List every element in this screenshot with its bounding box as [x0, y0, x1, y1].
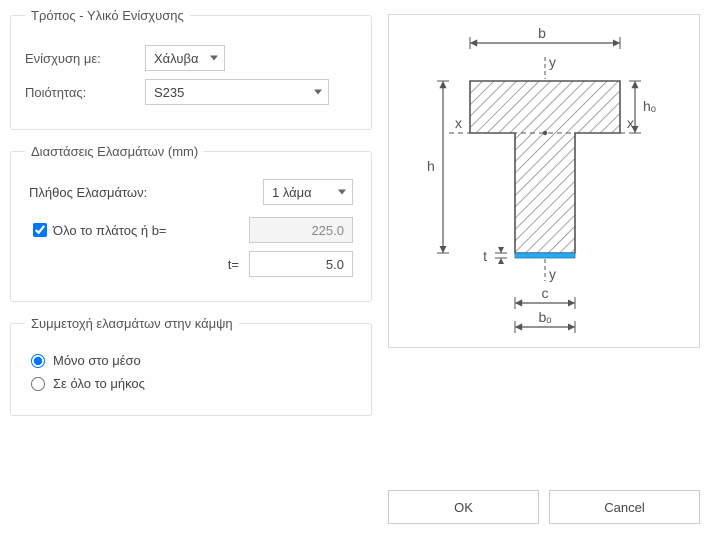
full-width-checkbox[interactable]: [33, 223, 47, 237]
t-label: t=: [228, 257, 239, 272]
full-width-text: Όλο το πλάτος ή b=: [53, 223, 167, 238]
quality-label: Ποιότητας:: [25, 85, 145, 100]
group-plate-dims: Διαστάσεις Ελασμάτων (mm) Πλήθος Ελασμάτ…: [10, 144, 372, 302]
plate-count-value: 1 λάμα: [272, 185, 312, 200]
bending-opt-full-length-label: Σε όλο το μήκος: [53, 376, 145, 391]
svg-text:x: x: [627, 115, 634, 131]
group-bending-legend: Συμμετοχή ελασμάτων στην κάμψη: [25, 316, 239, 331]
svg-text:bₒ: bₒ: [538, 309, 551, 325]
tbeam-svg: b y x x hₒ h t y c: [395, 21, 695, 341]
svg-text:t: t: [483, 248, 487, 264]
cancel-button[interactable]: Cancel: [549, 490, 700, 524]
bending-opt-middle[interactable]: [31, 354, 45, 368]
svg-text:c: c: [542, 285, 549, 301]
svg-text:y: y: [549, 54, 556, 70]
group-reinforcement-legend: Τρόπος - Υλικό Ενίσχυσης: [25, 8, 190, 23]
t-input[interactable]: [249, 251, 353, 277]
bending-opt-full-length[interactable]: [31, 377, 45, 391]
svg-text:hₒ: hₒ: [643, 98, 656, 114]
group-reinforcement: Τρόπος - Υλικό Ενίσχυσης Ενίσχυση με: Χά…: [10, 8, 372, 130]
chevron-down-icon: [314, 90, 322, 95]
chevron-down-icon: [338, 190, 346, 195]
svg-text:x: x: [455, 115, 462, 131]
b-input[interactable]: [249, 217, 353, 243]
svg-text:h: h: [427, 158, 435, 174]
group-bending: Συμμετοχή ελασμάτων στην κάμψη Μόνο στο …: [10, 316, 372, 416]
reinforce-with-label: Ενίσχυση με:: [25, 51, 145, 66]
group-plate-dims-legend: Διαστάσεις Ελασμάτων (mm): [25, 144, 204, 159]
svg-text:b: b: [538, 25, 546, 41]
reinforce-with-value: Χάλυβα: [154, 51, 198, 66]
chevron-down-icon: [210, 56, 218, 61]
quality-value: S235: [154, 85, 184, 100]
ok-button[interactable]: OK: [388, 490, 539, 524]
svg-text:y: y: [549, 266, 556, 282]
quality-combo[interactable]: S235: [145, 79, 329, 105]
plate-count-label: Πλήθος Ελασμάτων:: [29, 185, 147, 200]
plate-count-combo[interactable]: 1 λάμα: [263, 179, 353, 205]
bending-opt-middle-label: Μόνο στο μέσο: [53, 353, 141, 368]
reinforce-with-combo[interactable]: Χάλυβα: [145, 45, 225, 71]
section-diagram: b y x x hₒ h t y c: [388, 14, 700, 348]
full-width-checkbox-label[interactable]: Όλο το πλάτος ή b=: [33, 223, 167, 238]
